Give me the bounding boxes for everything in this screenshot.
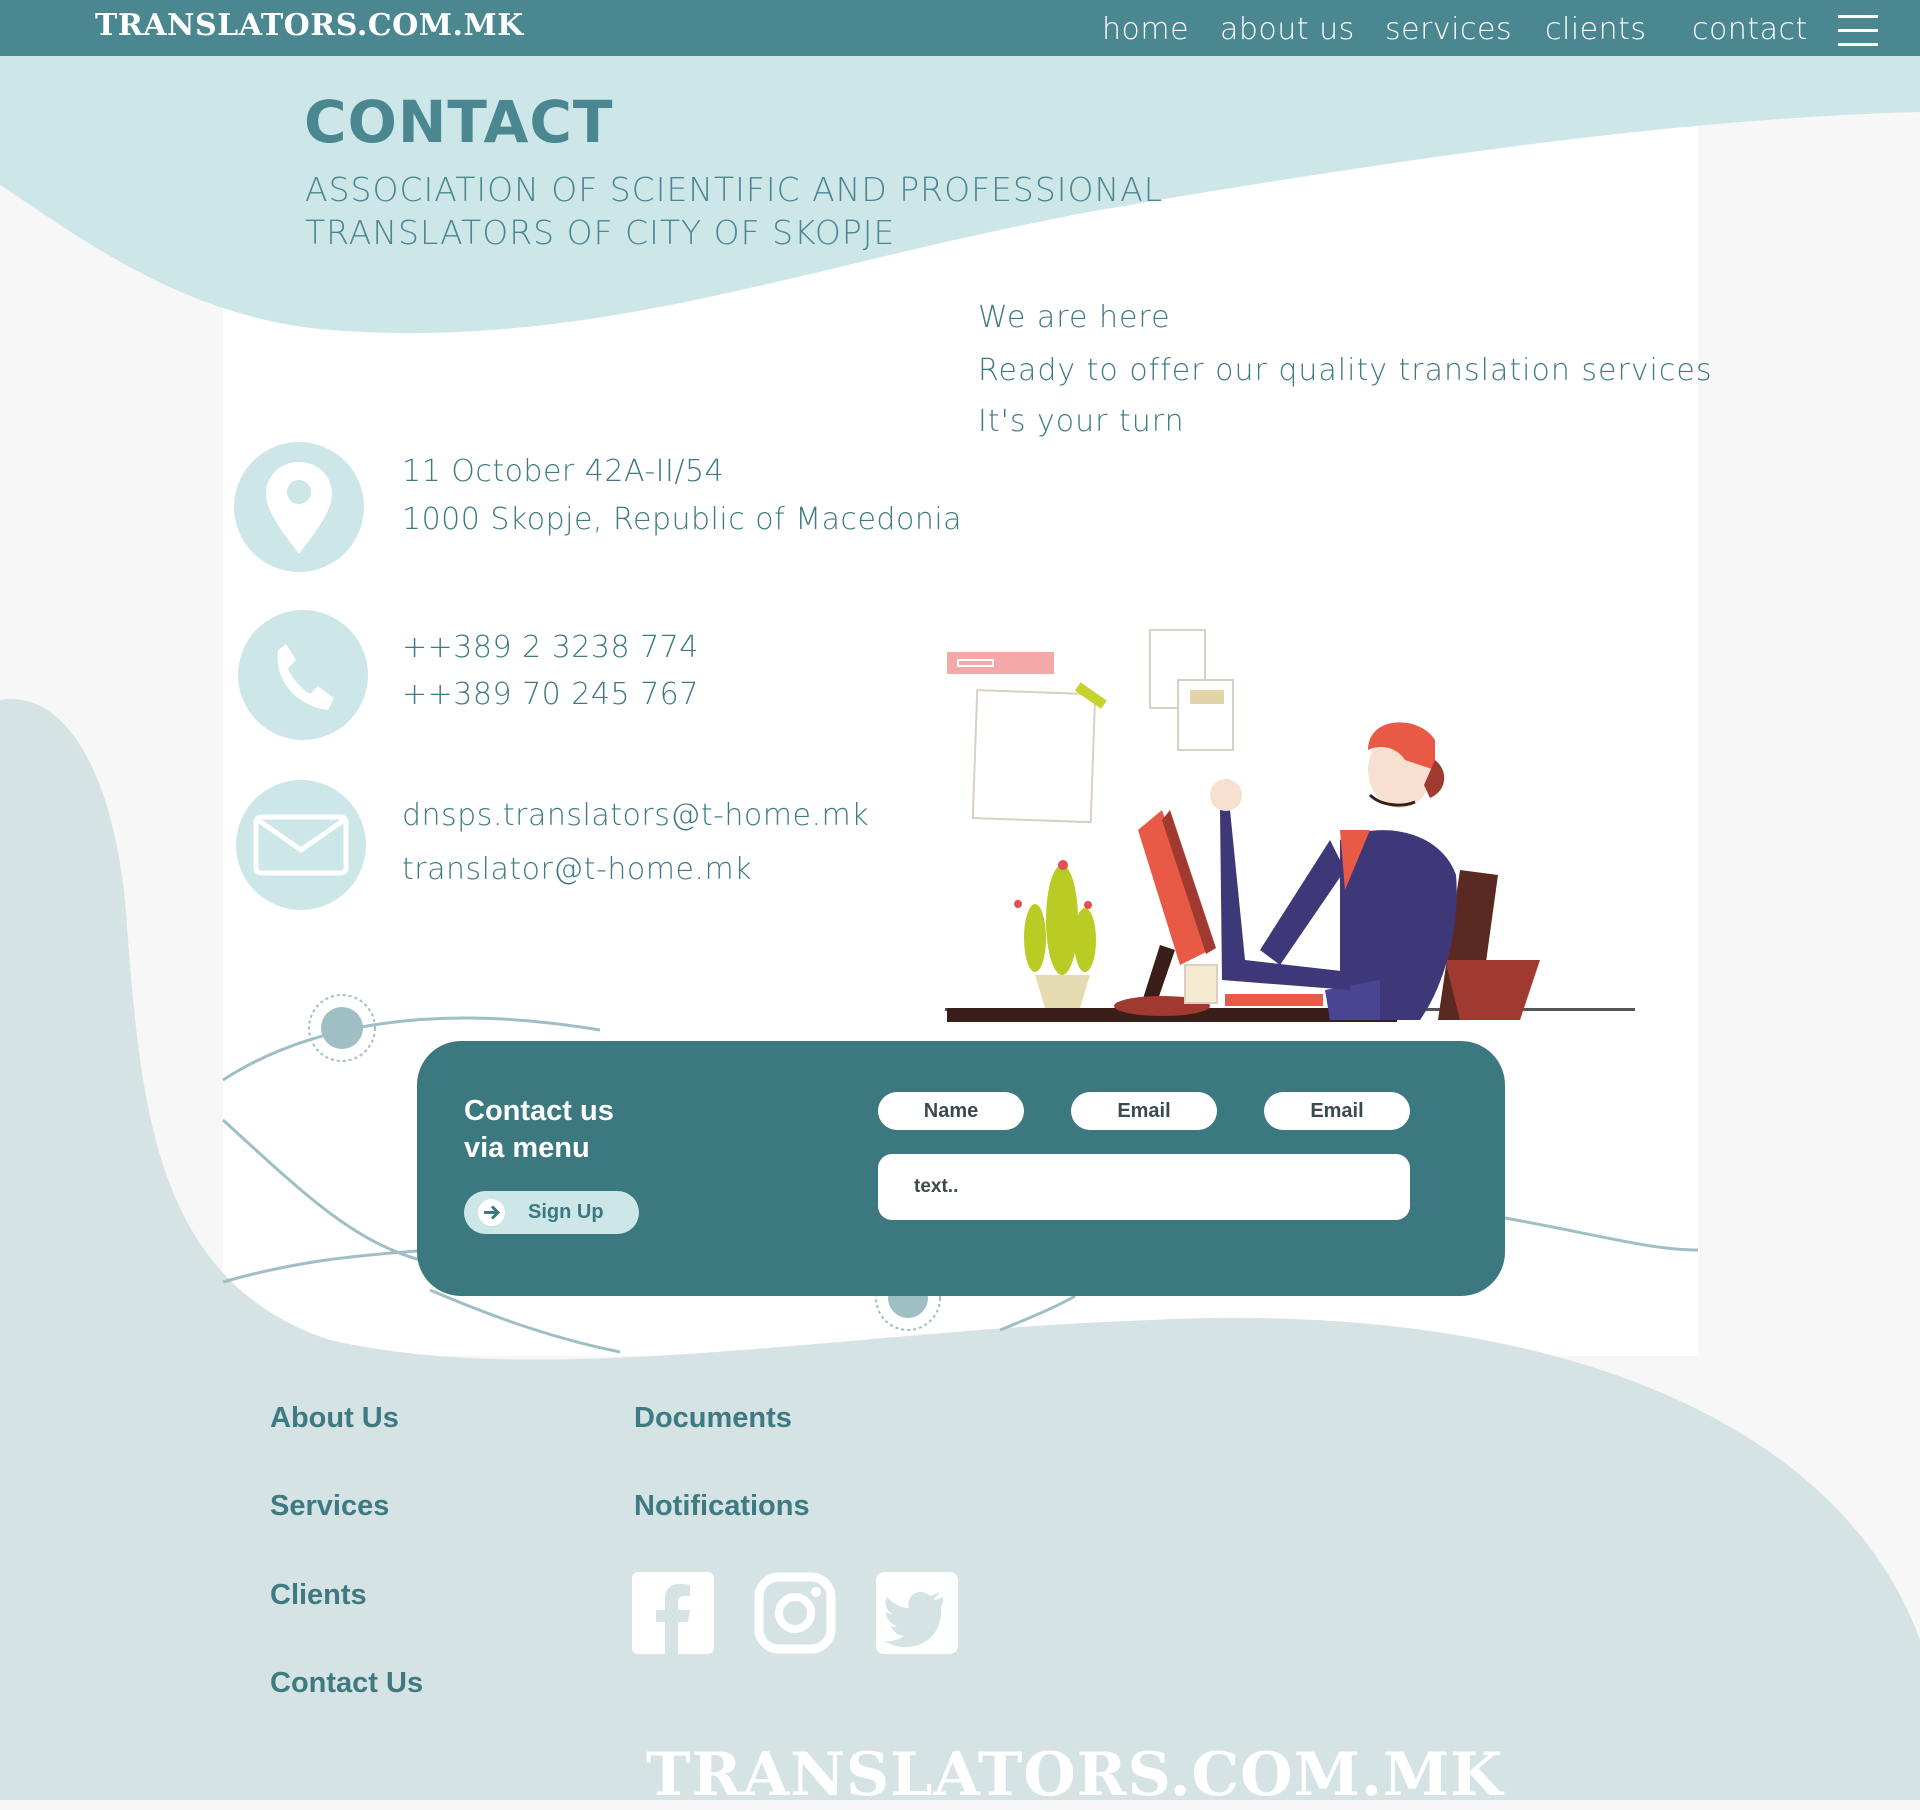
contact-form-heading: Contact us via menu xyxy=(464,1093,614,1167)
support-agent-illustration xyxy=(945,629,1635,1022)
sign-up-label: Sign Up xyxy=(528,1201,604,1223)
footer-link-clients[interactable]: Clients xyxy=(270,1579,367,1612)
footer-link-services[interactable]: Services xyxy=(270,1490,389,1523)
envelope-icon xyxy=(236,780,366,910)
address-line1: 11 October 42A-II/54 xyxy=(402,454,725,489)
nav-clients[interactable]: clients xyxy=(1545,12,1647,47)
message-placeholder: text.. xyxy=(914,1176,959,1197)
tagline-line2: Ready to offer our quality translation s… xyxy=(978,353,1713,388)
email-field-secondary[interactable]: Email xyxy=(1264,1092,1410,1130)
nav-contact[interactable]: contact xyxy=(1692,12,1808,47)
facebook-icon[interactable] xyxy=(632,1572,714,1654)
page-subtitle-line2: TRANSLATORS OF CITY OF SKOPJE xyxy=(305,213,896,252)
phone-icon xyxy=(238,610,368,740)
nav-services[interactable]: services xyxy=(1385,12,1512,47)
footer-link-about-us[interactable]: About Us xyxy=(270,1402,399,1435)
page-title: CONTACT xyxy=(304,88,614,156)
nav-about-us[interactable]: about us xyxy=(1220,12,1355,47)
contact-form-heading-line2: via menu xyxy=(464,1132,590,1164)
phone-number-2[interactable]: ++389 70 245 767 xyxy=(402,677,699,712)
arrow-right-icon xyxy=(478,1199,505,1226)
twitter-icon[interactable] xyxy=(876,1572,958,1654)
tagline-line1: We are here xyxy=(978,300,1171,335)
hamburger-menu-icon[interactable] xyxy=(1838,15,1878,51)
phone-number-1[interactable]: ++389 2 3238 774 xyxy=(402,630,699,665)
footer-link-documents[interactable]: Documents xyxy=(634,1402,792,1435)
message-textarea[interactable]: text.. xyxy=(878,1154,1410,1220)
nav-home[interactable]: home xyxy=(1102,12,1189,47)
location-pin-icon xyxy=(234,442,364,572)
email-address-1[interactable]: dnsps.translators@t-home.mk xyxy=(402,798,869,833)
name-field[interactable]: Name xyxy=(878,1092,1024,1130)
contact-form-heading-line1: Contact us xyxy=(464,1095,614,1127)
page-subtitle-line1: ASSOCIATION OF SCIENTIFIC AND PROFESSION… xyxy=(305,170,1164,209)
email-field[interactable]: Email xyxy=(1071,1092,1217,1130)
site-logo[interactable]: TRANSLATORS.COM.MK xyxy=(95,8,524,43)
sign-up-button[interactable]: Sign Up xyxy=(464,1191,639,1234)
address-line2: 1000 Skopje, Republic of Macedonia xyxy=(402,502,963,537)
footer-link-notifications[interactable]: Notifications xyxy=(634,1490,810,1523)
email-address-2[interactable]: translator@t-home.mk xyxy=(402,852,752,887)
instagram-icon[interactable] xyxy=(754,1572,836,1654)
footer-link-contact-us[interactable]: Contact Us xyxy=(270,1667,423,1700)
tagline-line3: It's your turn xyxy=(978,404,1185,439)
